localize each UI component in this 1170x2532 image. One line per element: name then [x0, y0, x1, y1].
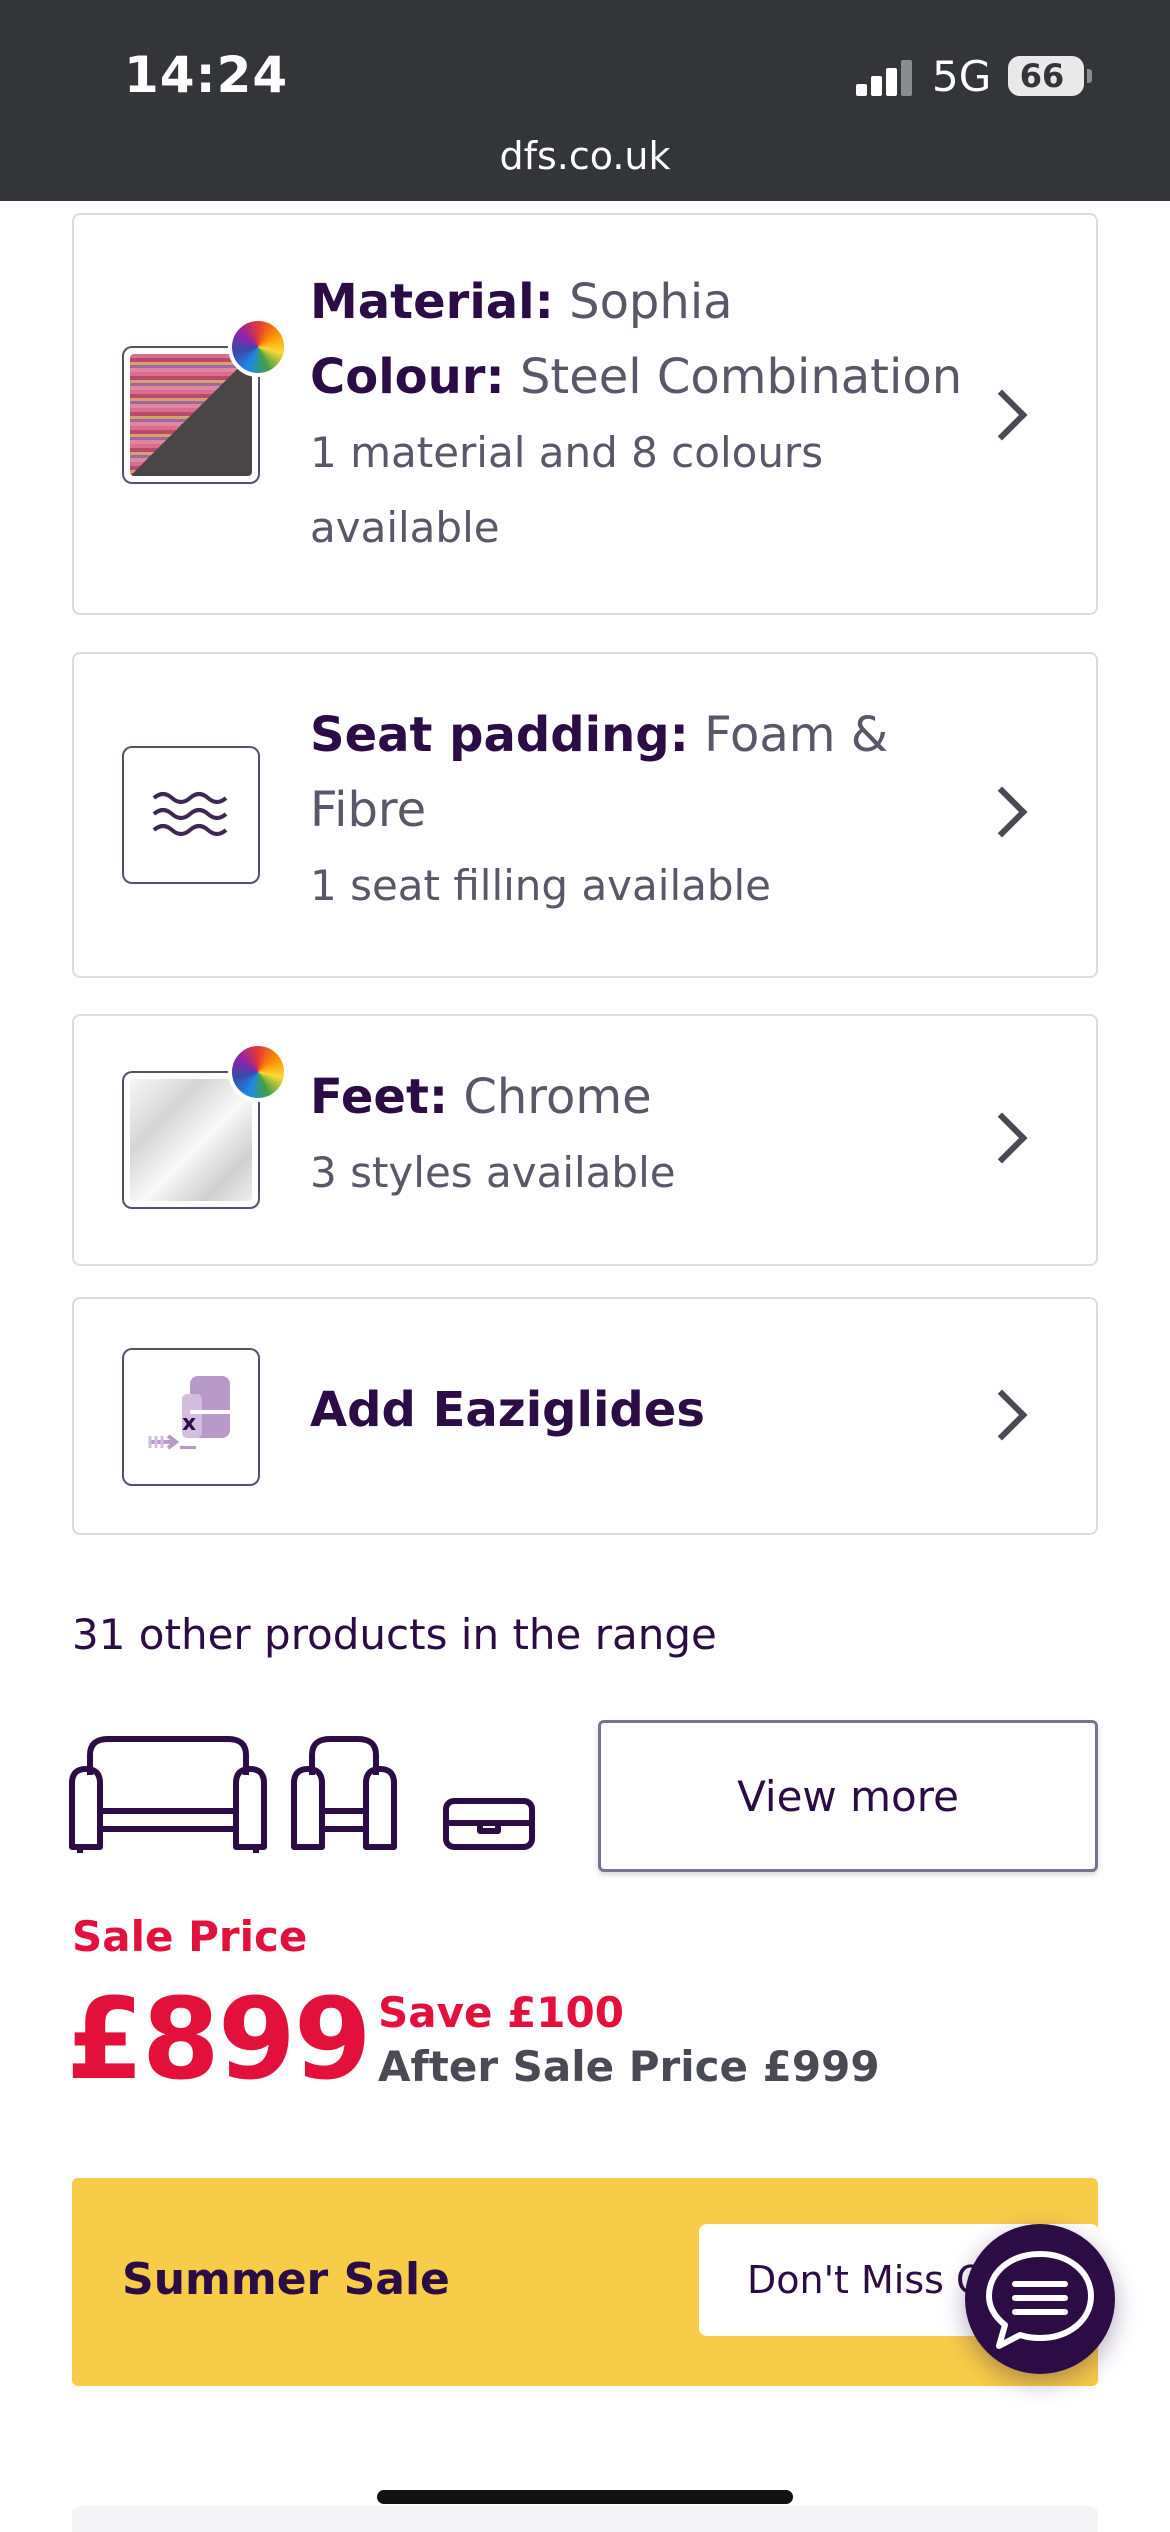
- seat-padding-availability: 1 seat filling available: [310, 861, 772, 910]
- sale-price: £899: [66, 1975, 372, 2105]
- colour-wheel-icon: [228, 317, 288, 377]
- status-time: 14:24: [124, 46, 289, 104]
- range-icons: [68, 1735, 548, 1855]
- battery-level: 66: [1019, 57, 1065, 95]
- chevron-right-icon: [976, 786, 1028, 838]
- home-indicator[interactable]: [377, 2490, 793, 2504]
- material-availability: 1 material and 8 colours available: [310, 428, 824, 552]
- colour-wheel-icon: [228, 1042, 288, 1102]
- sale-price-label: Sale Price: [72, 1912, 308, 1961]
- svg-text:x: x: [182, 1411, 196, 1436]
- feet-availability: 3 styles available: [310, 1148, 676, 1197]
- battery-tip: [1087, 69, 1092, 83]
- feet-label: Feet:: [310, 1069, 449, 1125]
- signal-icon: [856, 60, 914, 96]
- armchair-icon: [291, 1736, 397, 1850]
- seat-padding-label: Seat padding:: [310, 707, 689, 763]
- bottom-panel-edge: [72, 2506, 1098, 2532]
- feet-option[interactable]: Feet: Chrome 3 styles available: [72, 1014, 1098, 1266]
- material-colour-text: Material: Sophia Colour: Steel Combinati…: [310, 265, 1010, 565]
- status-bar: 14:24 5G 66 dfs.co.uk: [0, 0, 1170, 201]
- save-amount: Save £100: [378, 1988, 624, 2037]
- sofa-icon: [69, 1736, 267, 1853]
- address-bar-url[interactable]: dfs.co.uk: [0, 134, 1170, 178]
- material-label: Material:: [310, 274, 554, 330]
- summer-sale-banner: Summer Sale Don't Miss Out: [72, 2178, 1099, 2386]
- material-colour-option[interactable]: Material: Sophia Colour: Steel Combinati…: [72, 213, 1098, 615]
- footstool-icon: [443, 1798, 535, 1850]
- feet-text: Feet: Chrome 3 styles available: [310, 1060, 1010, 1210]
- eaziglides-text: Add Eaziglides: [310, 1379, 1010, 1441]
- colour-value: Steel Combination: [519, 349, 963, 405]
- banner-title: Summer Sale: [122, 2254, 450, 2305]
- eaziglides-icon: x: [122, 1348, 260, 1486]
- eaziglides-option[interactable]: x Add Eaziglides: [72, 1297, 1098, 1535]
- chat-button[interactable]: [965, 2224, 1115, 2374]
- seat-padding-option[interactable]: Seat padding: Foam & Fibre 1 seat fillin…: [72, 652, 1098, 978]
- waves-icon: [122, 746, 260, 884]
- network-type: 5G: [932, 52, 992, 101]
- chat-bubble-icon: [986, 2251, 1094, 2349]
- eaziglides-label: Add Eaziglides: [310, 1382, 705, 1438]
- battery-icon: 66: [1008, 56, 1084, 96]
- after-sale-price: After Sale Price £999: [378, 2042, 880, 2091]
- seat-padding-text: Seat padding: Foam & Fibre 1 seat fillin…: [310, 698, 910, 923]
- colour-label: Colour:: [310, 349, 505, 405]
- material-value: Sophia: [569, 274, 733, 330]
- view-more-button[interactable]: View more: [598, 1720, 1098, 1872]
- feet-value: Chrome: [463, 1069, 652, 1125]
- range-title: 31 other products in the range: [72, 1610, 717, 1659]
